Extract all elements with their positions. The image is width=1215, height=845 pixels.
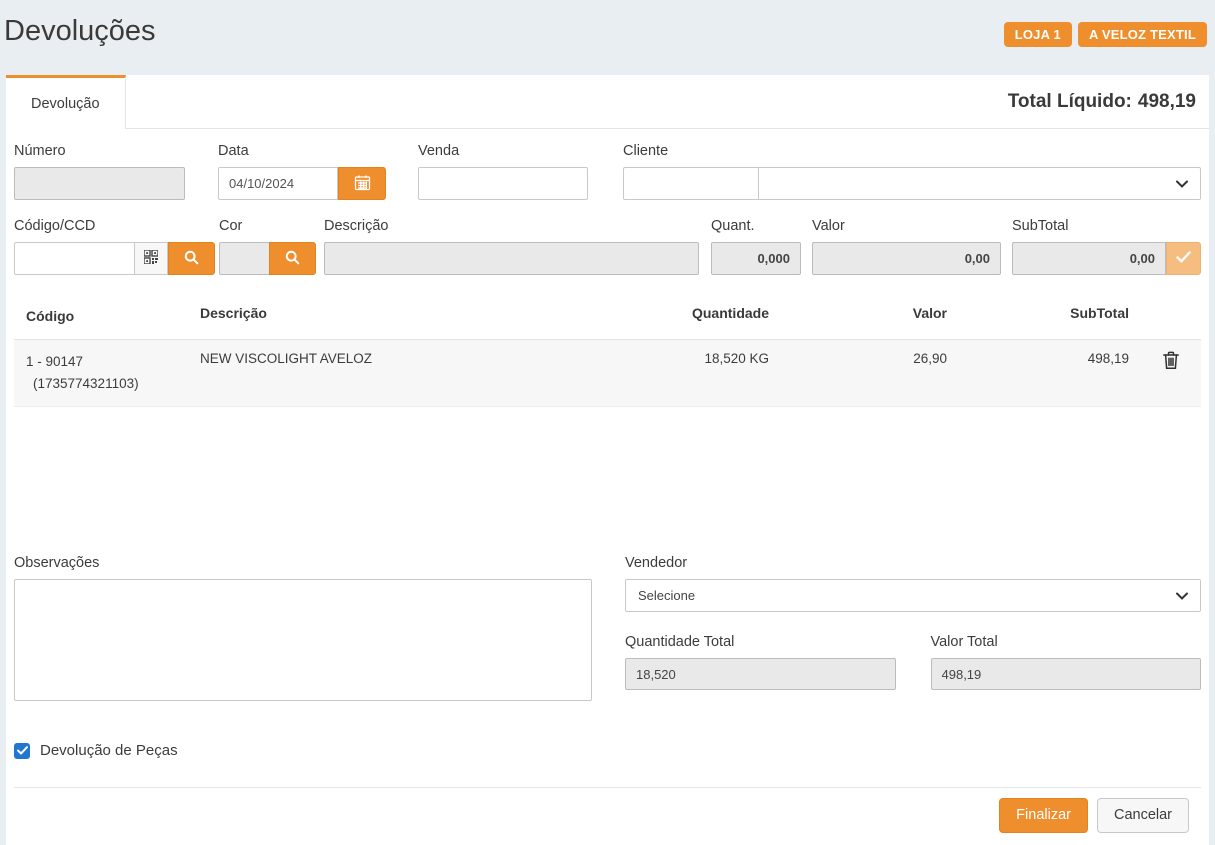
cor-input xyxy=(219,242,269,275)
tab-bar: Devolução Total Líquido: 498,19 xyxy=(6,75,1209,129)
main-panel: Devolução Total Líquido: 498,19 Número D… xyxy=(6,75,1209,845)
trash-icon xyxy=(1163,358,1179,373)
bottom-section: Observações Vendedor Selecione Quantidad… xyxy=(14,555,1201,706)
codigo-search-button[interactable] xyxy=(168,242,215,275)
table-row: 1 - 90147 (1735774321103) NEW VISCOLIGHT… xyxy=(14,339,1201,406)
subtotal-input xyxy=(1012,242,1166,275)
cliente-select[interactable] xyxy=(758,167,1201,200)
field-valor: Valor xyxy=(812,218,1001,275)
field-quant: Quant. xyxy=(711,218,801,275)
cancelar-button[interactable]: Cancelar xyxy=(1097,798,1189,833)
cell-descricao: NEW VISCOLIGHT AVELOZ xyxy=(200,351,589,366)
quant-label: Quant. xyxy=(711,218,801,234)
header-valor: Valor xyxy=(769,305,947,327)
checkmark-icon xyxy=(17,746,28,755)
devolucao-pecas-label: Devolução de Peças xyxy=(40,742,178,759)
observacoes-label: Observações xyxy=(14,555,592,571)
header-codigo: Código xyxy=(14,305,200,327)
field-cliente: Cliente xyxy=(623,143,1201,200)
valor-label: Valor xyxy=(812,218,1001,234)
total-liquido-value: 498,19 xyxy=(1138,91,1196,113)
header-subtotal: SubTotal xyxy=(947,305,1129,327)
items-table-header: Código Descrição Quantidade Valor SubTot… xyxy=(14,297,1201,339)
search-icon xyxy=(285,250,300,268)
data-label: Data xyxy=(218,143,386,159)
vendedor-select-value: Selecione xyxy=(638,588,695,603)
cell-quantidade: 18,520 KG xyxy=(589,351,769,366)
page-title: Devoluções xyxy=(4,14,156,49)
items-table: Código Descrição Quantidade Valor SubTot… xyxy=(14,297,1201,555)
finalizar-button[interactable]: Finalizar xyxy=(999,798,1088,833)
calendar-button[interactable] xyxy=(338,167,386,200)
codigo-line1: 1 - 90147 xyxy=(26,351,200,373)
form-content: Número Data xyxy=(6,129,1209,845)
venda-input[interactable] xyxy=(418,167,588,200)
valor-total-field: Valor Total xyxy=(931,634,1202,690)
store-badge-loja[interactable]: LOJA 1 xyxy=(1004,22,1072,47)
barcode-scan-button[interactable] xyxy=(135,242,168,275)
field-cor: Cor xyxy=(219,218,316,275)
header-quantidade: Quantidade xyxy=(589,305,769,327)
tab-devolucao[interactable]: Devolução xyxy=(6,75,126,129)
totals-column: Vendedor Selecione Quantidade Total V xyxy=(625,555,1201,706)
field-data: Data xyxy=(218,143,386,200)
cell-valor: 26,90 xyxy=(769,351,947,366)
subtotal-label: SubTotal xyxy=(1012,218,1201,234)
store-badges: LOJA 1 A VELOZ TEXTIL xyxy=(1004,22,1207,47)
quantidade-total-input xyxy=(625,658,896,690)
chevron-down-icon xyxy=(1176,176,1188,191)
descricao-input xyxy=(324,242,699,275)
cell-subtotal: 498,19 xyxy=(947,351,1129,366)
descricao-label: Descrição xyxy=(324,218,699,234)
field-numero: Número xyxy=(14,143,185,200)
confirm-item-button[interactable] xyxy=(1166,242,1201,275)
delete-item-button[interactable] xyxy=(1163,351,1179,370)
numero-input xyxy=(14,167,185,200)
valor-total-label: Valor Total xyxy=(931,634,1202,650)
venda-label: Venda xyxy=(418,143,588,159)
totals-row: Quantidade Total Valor Total xyxy=(625,634,1201,690)
search-icon xyxy=(184,250,199,268)
form-row-1: Número Data xyxy=(14,143,1201,200)
codigo-line2: (1735774321103) xyxy=(26,373,200,395)
field-descricao: Descrição xyxy=(324,218,699,275)
page-header: Devoluções LOJA 1 A VELOZ TEXTIL xyxy=(0,0,1215,75)
calendar-icon xyxy=(354,174,371,194)
header-actions xyxy=(1129,305,1201,327)
cor-search-button[interactable] xyxy=(269,242,316,275)
quantidade-total-field: Quantidade Total xyxy=(625,634,896,690)
cliente-code-input[interactable] xyxy=(623,167,758,200)
valor-total-input xyxy=(931,658,1202,690)
store-badge-company[interactable]: A VELOZ TEXTIL xyxy=(1078,22,1207,47)
total-liquido: Total Líquido: 498,19 xyxy=(1008,75,1209,128)
vendedor-field: Vendedor Selecione xyxy=(625,555,1201,612)
data-input[interactable] xyxy=(218,167,338,200)
vendedor-label: Vendedor xyxy=(625,555,1201,571)
devolucao-pecas-checkbox[interactable] xyxy=(14,743,30,759)
field-codigo-ccd: Código/CCD xyxy=(14,218,215,275)
field-subtotal: SubTotal xyxy=(1012,218,1201,275)
field-venda: Venda xyxy=(418,143,588,200)
cor-label: Cor xyxy=(219,218,316,234)
observacoes-field: Observações xyxy=(14,555,592,706)
valor-input xyxy=(812,242,1001,275)
vendedor-select[interactable]: Selecione xyxy=(625,579,1201,612)
observacoes-textarea[interactable] xyxy=(14,579,592,701)
chevron-down-icon xyxy=(1176,588,1188,603)
cliente-label: Cliente xyxy=(623,143,1201,159)
quantidade-total-label: Quantidade Total xyxy=(625,634,896,650)
action-footer: Finalizar Cancelar xyxy=(14,787,1201,833)
form-row-2: Código/CCD xyxy=(14,218,1201,275)
cell-codigo: 1 - 90147 (1735774321103) xyxy=(14,351,200,394)
numero-label: Número xyxy=(14,143,185,159)
devolucao-pecas-toggle[interactable]: Devolução de Peças xyxy=(14,742,178,759)
check-icon xyxy=(1176,251,1191,266)
quant-input xyxy=(711,242,801,275)
header-descricao: Descrição xyxy=(200,305,589,327)
codigo-ccd-label: Código/CCD xyxy=(14,218,215,234)
qr-code-icon xyxy=(144,250,158,267)
total-liquido-label: Total Líquido: xyxy=(1008,91,1132,113)
codigo-ccd-input[interactable] xyxy=(14,242,135,275)
